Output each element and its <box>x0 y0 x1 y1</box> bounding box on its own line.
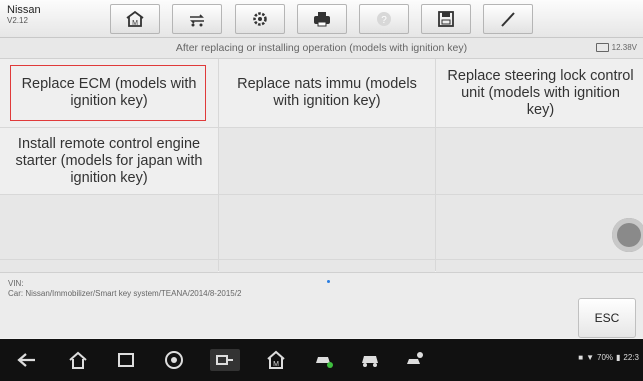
home-icon: M <box>126 10 144 27</box>
esc-button[interactable]: ESC <box>578 298 636 338</box>
svg-text:?: ? <box>381 15 387 26</box>
home-system-button[interactable] <box>66 349 90 371</box>
print-icon <box>314 12 330 27</box>
vehicle-button[interactable] <box>358 349 382 371</box>
battery-icon <box>595 43 609 52</box>
function-grid: Replace ECM (models with ignition key) R… <box>0 59 643 274</box>
svg-text:M: M <box>132 20 138 27</box>
car-path: Car: Nissan/Immobilizer/Smart key system… <box>8 289 242 298</box>
function-empty-cell <box>219 195 435 259</box>
section-header: After replacing or installing operation … <box>0 38 643 59</box>
recent-apps-icon <box>118 353 134 367</box>
voltage-value: 12.38V <box>611 43 637 52</box>
function-label: Replace steering lock control unit (mode… <box>447 67 634 118</box>
back-button[interactable] <box>15 349 39 371</box>
function-label: Replace ECM (models with ignition key) <box>21 76 197 109</box>
function-label: Replace nats immu (models with ignition … <box>237 76 417 109</box>
edit-button[interactable] <box>483 4 533 34</box>
vehicle-brand: Nissan V2.12 <box>7 4 41 26</box>
recent-apps-button[interactable] <box>114 349 138 371</box>
battery-voltage: 12.38V <box>595 43 637 52</box>
back-icon <box>17 353 35 367</box>
car-person-icon <box>407 352 423 364</box>
browser-button[interactable] <box>162 349 186 371</box>
function-empty-cell <box>436 195 643 259</box>
settings-button[interactable] <box>235 4 285 34</box>
help-icon: ? <box>377 12 391 26</box>
svg-text:M: M <box>273 361 279 368</box>
function-replace-ecm[interactable]: Replace ECM (models with ignition key) <box>0 59 218 127</box>
home-button[interactable]: M <box>110 4 160 34</box>
vehicle-swap-icon <box>190 14 204 27</box>
battery-level-icon: ▮ <box>616 353 621 362</box>
remote-desk-button[interactable] <box>404 349 428 371</box>
vehicle-info: VIN: Car: Nissan/Immobilizer/Smart key s… <box>8 279 241 299</box>
vci-connector-icon <box>216 355 233 365</box>
clock: 22:3 <box>623 353 639 362</box>
maxisys-home-button[interactable]: M <box>264 349 288 371</box>
save-icon <box>438 11 454 27</box>
top-toolbar: Nissan V2.12 M ? <box>0 0 643 38</box>
settings-gear-icon <box>253 12 267 26</box>
function-replace-nats-immu[interactable]: Replace nats immu (models with ignition … <box>219 59 435 127</box>
software-version: V2.12 <box>7 16 28 25</box>
help-button[interactable]: ? <box>359 4 409 34</box>
system-navigation-bar: M ■ ▼ 70% ▮ 22:3 <box>0 339 643 381</box>
car-icon <box>362 356 378 367</box>
wifi-icon: ▼ <box>586 353 594 362</box>
battery-percent: 70% <box>597 353 614 362</box>
shop-manager-button[interactable] <box>312 349 336 371</box>
vehicle-swap-button[interactable] <box>172 4 222 34</box>
edit-pen-icon <box>501 12 515 27</box>
android-home-icon <box>69 351 87 369</box>
maxisys-home-icon: M <box>267 350 285 369</box>
function-empty-cell <box>219 128 435 194</box>
function-install-remote-starter[interactable]: Install remote control engine starter (m… <box>0 128 218 194</box>
vin-label: VIN: <box>8 279 24 288</box>
floating-scroll-knob[interactable] <box>612 218 643 252</box>
car-service-icon <box>316 357 333 368</box>
function-empty-cell <box>0 195 218 259</box>
notification-icon: ■ <box>578 353 584 362</box>
footer-bar: VIN: Car: Nissan/Immobilizer/Smart key s… <box>0 272 643 338</box>
save-button[interactable] <box>421 4 471 34</box>
print-button[interactable] <box>297 4 347 34</box>
brand-name: Nissan <box>7 4 41 16</box>
section-title: After replacing or installing operation … <box>175 42 468 54</box>
function-replace-steering-lock[interactable]: Replace steering lock control unit (mode… <box>436 59 643 127</box>
function-empty-cell <box>436 128 643 194</box>
page-indicator-dot <box>327 280 330 283</box>
function-label: Install remote control engine starter (m… <box>15 135 203 186</box>
chrome-icon <box>165 351 183 369</box>
vci-button[interactable] <box>210 349 240 371</box>
status-area: ■ ▼ 70% ▮ 22:3 <box>578 353 639 362</box>
